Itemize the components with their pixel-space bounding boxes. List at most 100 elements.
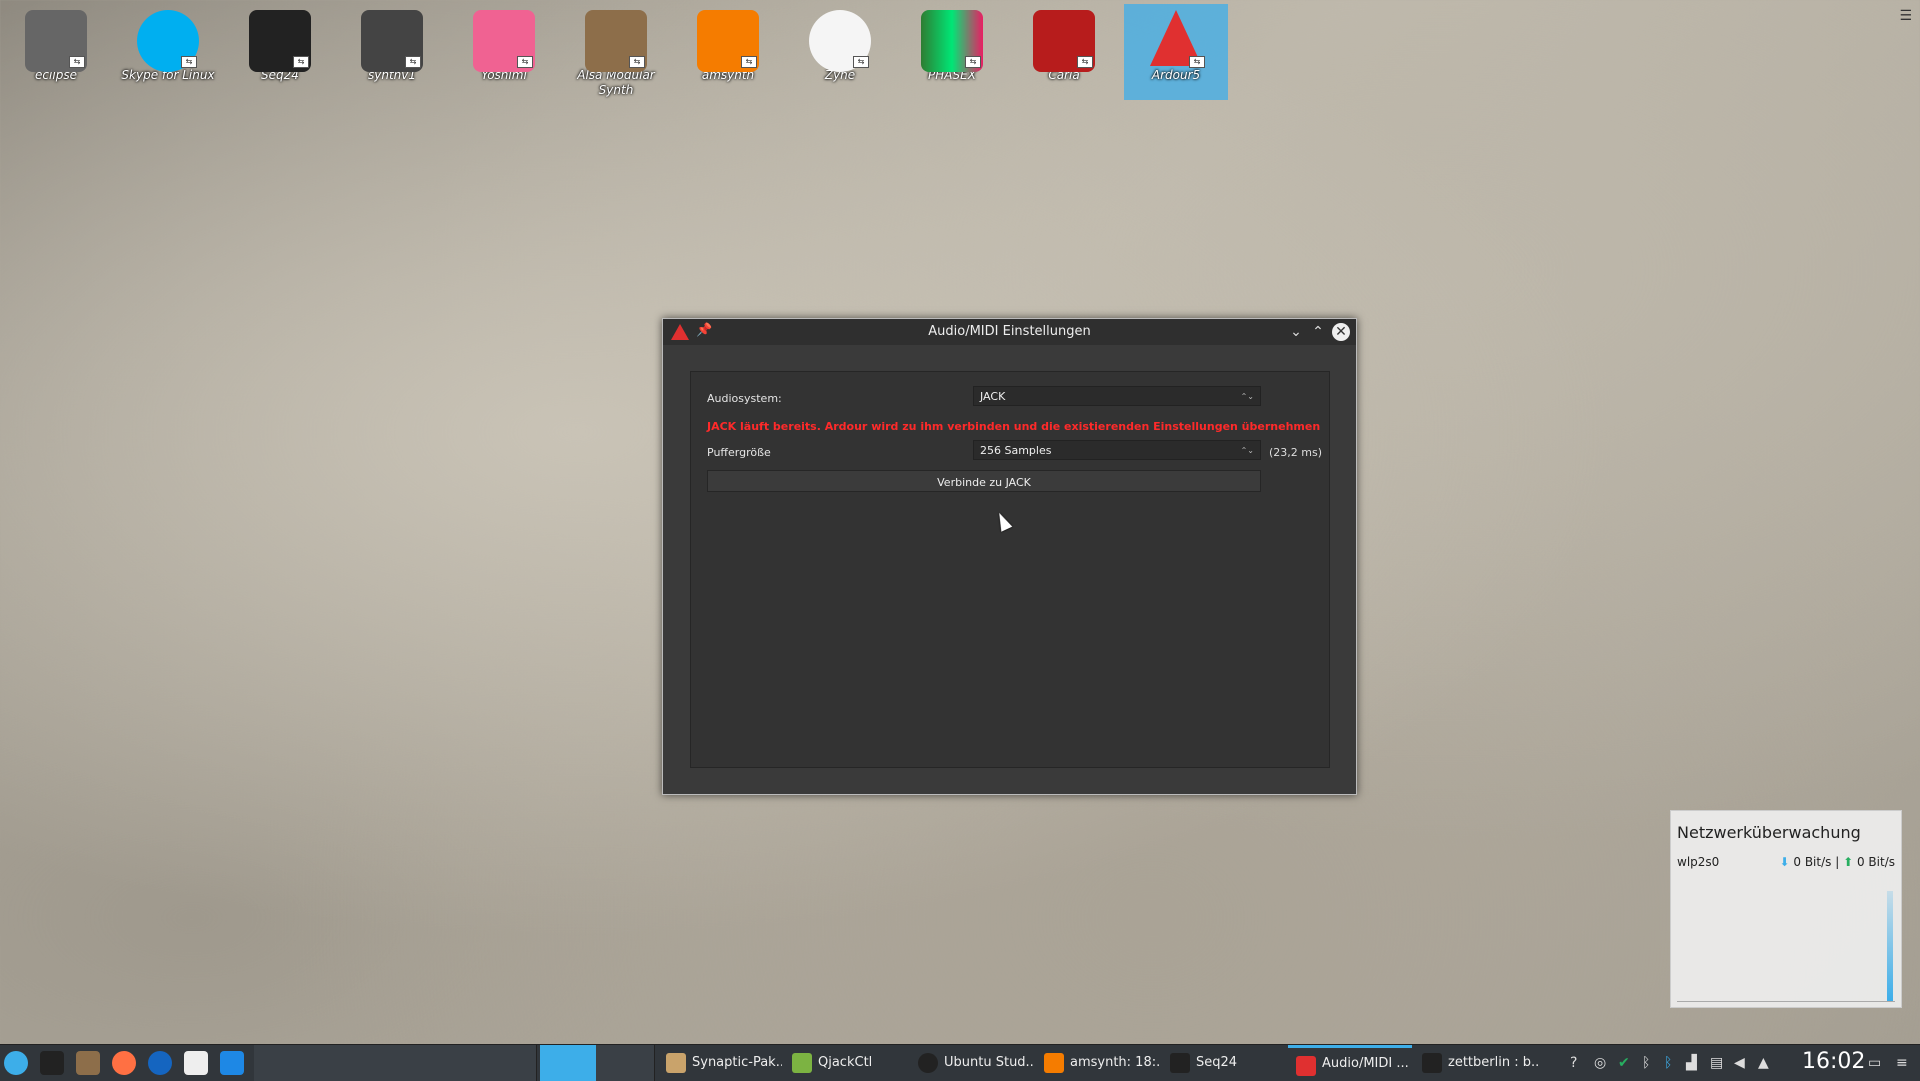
zyne-icon: ⇆: [809, 10, 871, 72]
network-graph: [1677, 881, 1895, 1002]
yoshimi-icon: ⇆: [473, 10, 535, 72]
pager-desktop-4[interactable]: [422, 1045, 481, 1081]
settings-panel: Audiosystem: JACK ⌃⌄ JACK läuft bereits.…: [690, 371, 1330, 768]
desktop-icon-synthv1[interactable]: ⇆ synthv1: [340, 4, 444, 100]
ardour-icon: ⇆: [1145, 10, 1207, 72]
graph-spike: [1887, 891, 1893, 1001]
network-monitor-widget: Netzwerküberwachung wlp2s0 ⬇ 0 Bit/s | ⬆…: [1670, 810, 1902, 1008]
task-synaptic[interactable]: Synaptic-Pak...: [658, 1045, 782, 1081]
window-title: Audio/MIDI Einstellungen: [928, 324, 1091, 339]
skype-icon: ⇆: [137, 10, 199, 72]
amsynth-icon: [1044, 1053, 1064, 1073]
task-amsynth[interactable]: amsynth: 18:...: [1036, 1045, 1160, 1081]
minimize-button[interactable]: ⌄: [1286, 322, 1306, 342]
bluetooth-active-icon[interactable]: ᛒ: [1664, 1055, 1672, 1071]
desktop-icon-amsynth[interactable]: ⇆ amsynth: [676, 4, 780, 100]
upload-arrow-icon: ⬆: [1843, 855, 1854, 869]
rate-separator: |: [1835, 855, 1840, 869]
pager-desktop-7[interactable]: [596, 1045, 655, 1081]
upload-rate: 0 Bit/s: [1856, 855, 1895, 869]
amsynth-icon: ⇆: [697, 10, 759, 72]
task-label: Audio/MIDI ...: [1322, 1056, 1409, 1071]
jack-running-warning: JACK läuft bereits. Ardour wird zu ihm v…: [707, 420, 1321, 433]
bluetooth-icon[interactable]: ᛒ: [1642, 1055, 1650, 1071]
app-launcher-icon[interactable]: [4, 1051, 28, 1075]
audio-midi-settings-dialog: 📌 Audio/MIDI Einstellungen ⌄ ⌃ ✕ Audiosy…: [662, 318, 1357, 795]
maximize-button[interactable]: ⌃: [1308, 322, 1328, 342]
clipboard-icon[interactable]: ▤: [1710, 1055, 1723, 1071]
desktop-icon-phasex[interactable]: ⇆ PHASEX: [900, 4, 1004, 100]
tray-expand-icon[interactable]: ▲: [1758, 1055, 1769, 1071]
buffer-size-label: Puffergröße: [707, 446, 771, 459]
firefox-icon[interactable]: [112, 1051, 136, 1075]
ams-icon: ⇆: [585, 10, 647, 72]
network-interface: wlp2s0: [1677, 855, 1720, 869]
latency-readout: (23,2 ms): [1269, 446, 1323, 459]
desktop-icon-label: Alsa Modular Synth: [577, 68, 655, 97]
security-shield-icon[interactable]: ✔: [1618, 1055, 1630, 1071]
eclipse-icon: ⇆: [25, 10, 87, 72]
audiosystem-value: JACK: [980, 390, 1006, 403]
synthv1-icon: ⇆: [361, 10, 423, 72]
desktop-icon-zyne[interactable]: ⇆ Zyne: [788, 4, 892, 100]
audiosystem-select[interactable]: JACK ⌃⌄: [973, 386, 1261, 406]
chevron-updown-icon: ⌃⌄: [1240, 392, 1254, 401]
carla-icon: ⇆: [1033, 10, 1095, 72]
file-manager-icon[interactable]: [220, 1051, 244, 1075]
terminal-icon[interactable]: [40, 1051, 64, 1075]
taskbar: Synaptic-Pak... QjackCtl Ubuntu Stud... …: [0, 1044, 1920, 1081]
task-zettberlin[interactable]: zettberlin : b...: [1414, 1045, 1538, 1081]
task-qjackctl[interactable]: QjackCtl: [784, 1045, 908, 1081]
titlebar[interactable]: 📌 Audio/MIDI Einstellungen ⌄ ⌃ ✕: [663, 319, 1356, 345]
seq24-icon: ⇆: [249, 10, 311, 72]
task-seq24[interactable]: Seq24: [1162, 1045, 1286, 1081]
network-icon[interactable]: ▟: [1686, 1055, 1697, 1071]
download-arrow-icon: ⬇: [1779, 855, 1790, 869]
buffer-size-select[interactable]: 256 Samples ⌃⌄: [973, 440, 1261, 460]
close-button[interactable]: ✕: [1332, 323, 1350, 341]
qjackctl-icon: [792, 1053, 812, 1073]
chevron-updown-icon: ⌃⌄: [1240, 446, 1254, 455]
desktop-icon-skype[interactable]: ⇆ Skype for Linux: [116, 4, 220, 100]
ubuntu-studio-icon: [918, 1053, 938, 1073]
synaptic-icon: [666, 1053, 686, 1073]
panel-settings-icon[interactable]: ≡: [1896, 1055, 1908, 1071]
pager-desktop-3[interactable]: [366, 1045, 425, 1081]
desktop-icon-carla[interactable]: ⇆ Carla: [1012, 4, 1116, 100]
pager-desktop-5[interactable]: [478, 1045, 537, 1081]
terminal-icon: [1422, 1053, 1442, 1073]
updates-icon[interactable]: ◎: [1594, 1055, 1606, 1071]
ardour-icon: [1296, 1056, 1316, 1076]
pen-icon[interactable]: [76, 1051, 100, 1075]
show-desktop-icon[interactable]: ▭: [1868, 1055, 1881, 1071]
thunderbird-icon[interactable]: [148, 1051, 172, 1075]
audiosystem-label: Audiosystem:: [707, 392, 782, 405]
desktop-icon-seq24[interactable]: ⇆ Seq24: [228, 4, 332, 100]
pager-desktop-1[interactable]: [254, 1045, 313, 1081]
download-rate: 0 Bit/s: [1793, 855, 1832, 869]
phasex-icon: ⇆: [921, 10, 983, 72]
pager-desktop-6[interactable]: [540, 1045, 599, 1081]
task-audio-midi[interactable]: Audio/MIDI ...: [1288, 1045, 1412, 1081]
help-icon[interactable]: ?: [1570, 1055, 1577, 1071]
desktop-icon-yoshimi[interactable]: ⇆ Yoshimi: [452, 4, 556, 100]
pager-desktop-2[interactable]: [310, 1045, 369, 1081]
volume-icon[interactable]: ◀: [1734, 1055, 1745, 1071]
desktop-icon-eclipse[interactable]: ⇆ eclipse: [4, 4, 108, 100]
text-editor-icon[interactable]: [184, 1051, 208, 1075]
clock[interactable]: 16:02: [1802, 1049, 1865, 1074]
task-label: Seq24: [1196, 1055, 1238, 1070]
task-label: QjackCtl: [818, 1055, 873, 1070]
desktop-icon-ardour5[interactable]: ⇆ Ardour5: [1124, 4, 1228, 100]
task-label: Ubuntu Stud...: [944, 1055, 1034, 1070]
desktop-menu-icon[interactable]: ☰: [1899, 8, 1912, 24]
task-label: zettberlin : b...: [1448, 1055, 1538, 1070]
seq24-icon: [1170, 1053, 1190, 1073]
connect-jack-button[interactable]: Verbinde zu JACK: [707, 470, 1261, 492]
buffer-size-value: 256 Samples: [980, 444, 1052, 457]
task-ubuntu-studio[interactable]: Ubuntu Stud...: [910, 1045, 1034, 1081]
widget-title: Netzwerküberwachung: [1677, 823, 1861, 842]
desktop-icon-ams[interactable]: ⇆ Alsa Modular Synth: [564, 4, 668, 100]
task-label: Synaptic-Pak...: [692, 1055, 782, 1070]
network-rates: ⬇ 0 Bit/s | ⬆ 0 Bit/s: [1779, 855, 1895, 869]
